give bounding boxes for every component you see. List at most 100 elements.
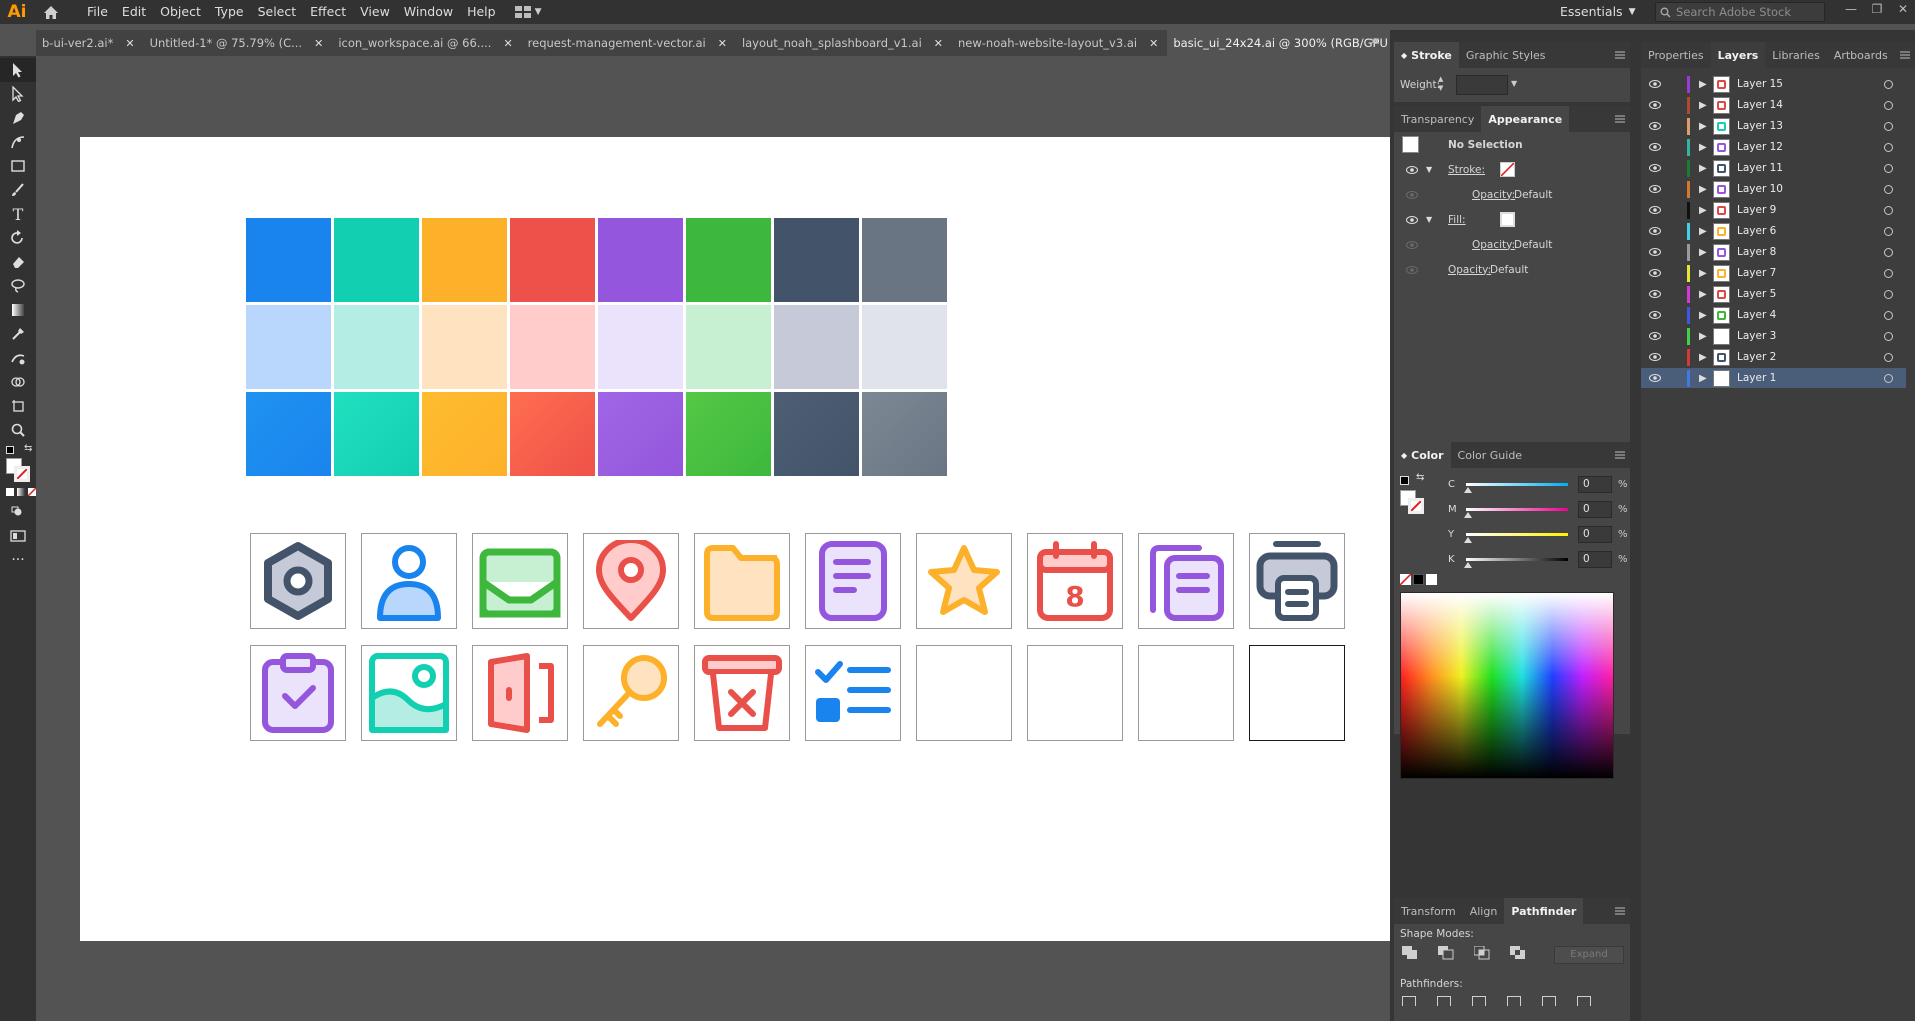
expand-arrow-icon[interactable]: ▶ bbox=[1699, 79, 1707, 90]
document-tab[interactable]: icon_workspace.ai @ 66.... ✕ bbox=[332, 30, 521, 56]
chevron-down-icon[interactable]: ▼ bbox=[1426, 215, 1432, 224]
icon-artboard[interactable] bbox=[583, 645, 679, 741]
none-swatch[interactable] bbox=[1400, 574, 1411, 585]
panel-menu-icon[interactable] bbox=[1610, 898, 1630, 924]
weight-stepper[interactable]: ▲ ▼ bbox=[1438, 75, 1450, 95]
visibility-eye-icon[interactable] bbox=[1649, 332, 1661, 340]
layer-row[interactable]: ▶ Layer 8 bbox=[1641, 242, 1906, 263]
close-tab-icon[interactable]: ✕ bbox=[1149, 37, 1158, 50]
layer-row[interactable]: ▶ Layer 3 bbox=[1641, 326, 1906, 347]
icon-artboard[interactable] bbox=[694, 533, 790, 629]
layer-name[interactable]: Layer 3 bbox=[1737, 330, 1776, 342]
document-tab[interactable]: layout_noah_splashboard_v1.ai ✕ bbox=[736, 30, 952, 56]
rectangle-tool[interactable] bbox=[0, 154, 36, 178]
color-spectrum[interactable] bbox=[1400, 592, 1614, 779]
artboard-tool[interactable] bbox=[0, 394, 36, 418]
layer-name[interactable]: Layer 5 bbox=[1737, 288, 1776, 300]
expand-arrow-icon[interactable]: ▶ bbox=[1699, 310, 1707, 321]
icon-artboard[interactable] bbox=[361, 645, 457, 741]
color-swatch[interactable] bbox=[686, 392, 771, 476]
slider-thumb[interactable] bbox=[1464, 537, 1472, 543]
color-swatch[interactable] bbox=[510, 218, 595, 302]
icon-artboard[interactable]: 8 bbox=[1027, 533, 1123, 629]
layer-row[interactable]: ▶ Layer 10 bbox=[1641, 179, 1906, 200]
slider-c[interactable]: C 0% bbox=[1394, 474, 1630, 498]
color-swatch[interactable] bbox=[246, 392, 331, 476]
weight-input[interactable] bbox=[1456, 75, 1508, 95]
tab-layers[interactable]: Layers bbox=[1710, 42, 1766, 68]
tab-graphic-styles[interactable]: Graphic Styles bbox=[1459, 42, 1553, 68]
slider-k[interactable]: K 0% bbox=[1394, 549, 1630, 573]
outline-icon[interactable] bbox=[1542, 996, 1556, 1006]
layer-row[interactable]: ▶ Layer 14 bbox=[1641, 95, 1906, 116]
color-swatch[interactable] bbox=[334, 392, 419, 476]
icon-artboard[interactable] bbox=[583, 533, 679, 629]
slider-thumb[interactable] bbox=[1464, 562, 1472, 568]
slider-thumb[interactable] bbox=[1464, 487, 1472, 493]
home-icon[interactable] bbox=[34, 0, 68, 24]
layer-name[interactable]: Layer 4 bbox=[1737, 309, 1776, 321]
artboard[interactable]: 8 bbox=[80, 137, 1410, 941]
expand-arrow-icon[interactable]: ▶ bbox=[1699, 226, 1707, 237]
color-swatch[interactable] bbox=[598, 218, 683, 302]
close-tab-icon[interactable]: ✕ bbox=[718, 37, 727, 50]
expand-button[interactable]: Expand bbox=[1554, 946, 1624, 964]
color-swatch[interactable] bbox=[862, 392, 947, 476]
slider-track[interactable] bbox=[1466, 533, 1568, 536]
expand-arrow-icon[interactable]: ▶ bbox=[1699, 247, 1707, 258]
slider-m[interactable]: M 0% bbox=[1394, 499, 1630, 523]
color-swatch[interactable] bbox=[422, 305, 507, 389]
collapse-panels-icon[interactable]: « bbox=[1372, 34, 1380, 49]
tab-libraries[interactable]: Libraries bbox=[1765, 42, 1827, 68]
color-swatch[interactable] bbox=[862, 305, 947, 389]
color-swatch[interactable] bbox=[598, 305, 683, 389]
color-swatch[interactable] bbox=[510, 392, 595, 476]
icon-artboard[interactable] bbox=[472, 645, 568, 741]
close-tab-icon[interactable]: ✕ bbox=[314, 37, 323, 50]
unite-icon[interactable] bbox=[1402, 946, 1418, 960]
visibility-eye-icon[interactable] bbox=[1649, 185, 1661, 193]
tab-artboards[interactable]: Artboards bbox=[1827, 42, 1895, 68]
slider-track[interactable] bbox=[1466, 558, 1568, 561]
color-swatch[interactable] bbox=[774, 305, 859, 389]
color-swatch[interactable] bbox=[246, 218, 331, 302]
target-circle-icon[interactable] bbox=[1884, 101, 1893, 110]
document-tab[interactable]: basic_ui_24x24.ai @ 300% (RGB/GPU Previe… bbox=[1167, 30, 1390, 56]
menu-help[interactable]: Help bbox=[460, 0, 503, 24]
visibility-eye-icon[interactable] bbox=[1649, 101, 1661, 109]
icon-artboard[interactable] bbox=[1249, 533, 1345, 629]
fill-label[interactable]: Fill: bbox=[1448, 214, 1466, 226]
merge-icon[interactable] bbox=[1472, 996, 1486, 1006]
layer-row[interactable]: ▶ Layer 15 bbox=[1641, 74, 1906, 95]
layer-row[interactable]: ▶ Layer 1 bbox=[1641, 368, 1906, 389]
target-circle-icon[interactable] bbox=[1884, 374, 1893, 383]
icon-artboard[interactable] bbox=[694, 645, 790, 741]
gradient-mode-icon[interactable] bbox=[17, 488, 25, 496]
tab-transform[interactable]: Transform bbox=[1394, 898, 1463, 924]
panel-menu-icon[interactable] bbox=[1610, 106, 1630, 132]
expand-arrow-icon[interactable]: ▶ bbox=[1699, 184, 1707, 195]
expand-arrow-icon[interactable]: ▶ bbox=[1699, 268, 1707, 279]
divide-icon[interactable] bbox=[1402, 996, 1416, 1006]
visibility-eye-icon[interactable] bbox=[1406, 165, 1418, 174]
appearance-fill-opacity-row[interactable]: Opacity: Default bbox=[1394, 232, 1630, 257]
menu-window[interactable]: Window bbox=[397, 0, 460, 24]
stock-search-input[interactable] bbox=[1676, 5, 1816, 19]
close-tab-icon[interactable]: ✕ bbox=[503, 37, 512, 50]
black-swatch[interactable] bbox=[1413, 574, 1424, 585]
visibility-eye-icon[interactable] bbox=[1649, 80, 1661, 88]
expand-arrow-icon[interactable]: ▶ bbox=[1699, 289, 1707, 300]
shape-builder-tool[interactable] bbox=[0, 370, 36, 394]
tab-stroke[interactable]: ◆ Stroke bbox=[1394, 42, 1459, 68]
restore-icon[interactable]: ❐ bbox=[1864, 0, 1890, 18]
chevron-down-icon[interactable]: ▼ bbox=[1426, 165, 1432, 174]
target-circle-icon[interactable] bbox=[1884, 353, 1893, 362]
opacity-label[interactable]: Opacity: bbox=[1472, 189, 1515, 201]
close-tab-icon[interactable]: ✕ bbox=[125, 37, 134, 50]
expand-arrow-icon[interactable]: ▶ bbox=[1699, 142, 1707, 153]
appearance-stroke-row[interactable]: ▼ Stroke: bbox=[1394, 157, 1630, 182]
icon-artboard[interactable] bbox=[250, 645, 346, 741]
stock-search[interactable] bbox=[1655, 2, 1825, 22]
white-swatch[interactable] bbox=[1426, 574, 1437, 585]
color-swatch[interactable] bbox=[334, 218, 419, 302]
